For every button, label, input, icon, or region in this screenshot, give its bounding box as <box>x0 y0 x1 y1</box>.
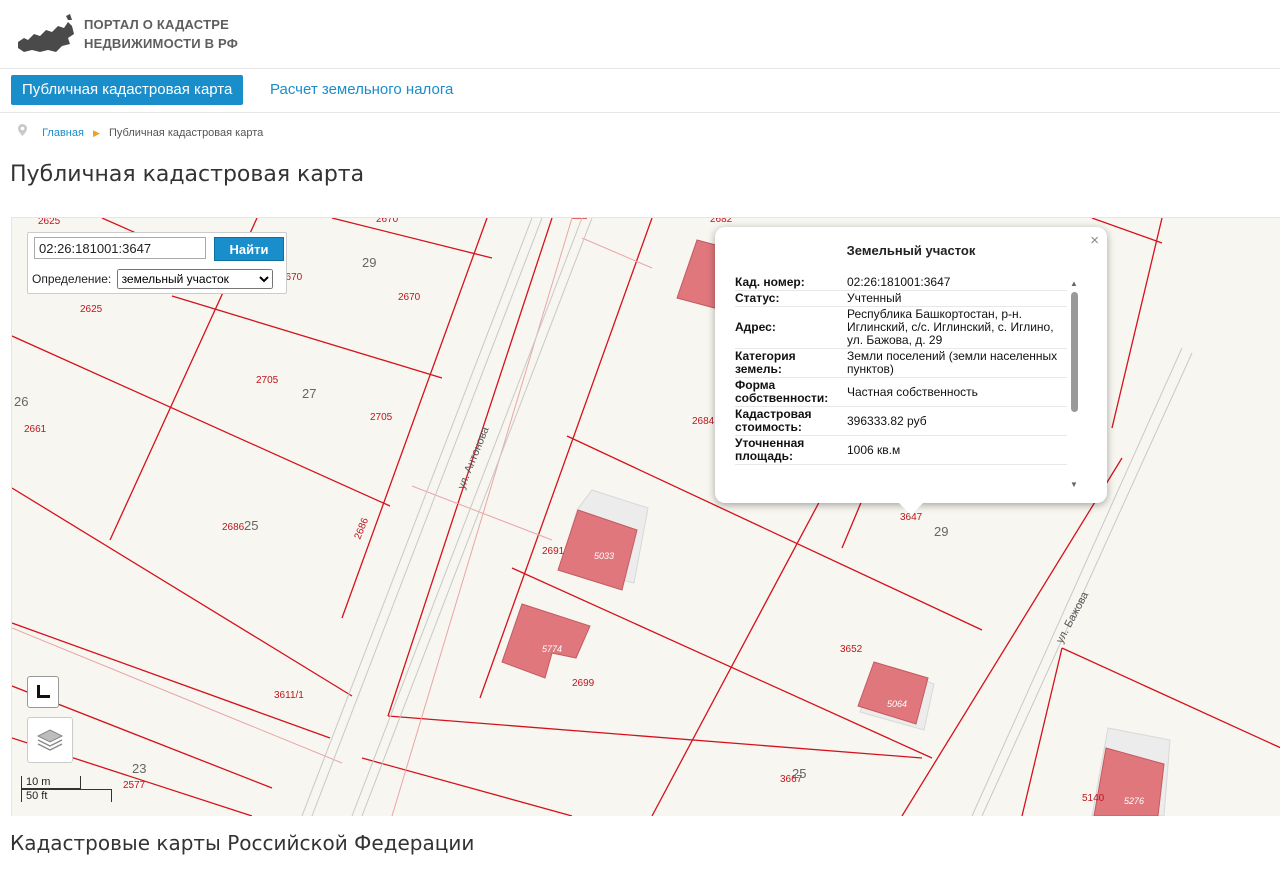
layers-button[interactable] <box>27 717 73 763</box>
cadastral-search-panel: Найти Определение: земельный участок <box>27 232 287 294</box>
parcel-label: 2699 <box>572 678 595 689</box>
main-nav: Публичная кадастровая карта Расчет земел… <box>0 69 1280 113</box>
breadcrumb: Главная ▶ Публичная кадастровая карта <box>18 124 264 140</box>
parcel-label: 5033 <box>594 551 614 561</box>
definition-select[interactable]: земельный участок <box>116 269 273 289</box>
info-row-address: Адрес: Республика Башкортостан, р-н. Игли… <box>735 306 1067 349</box>
parcel-label: 5774 <box>542 644 562 654</box>
parcel-label: 2682 <box>710 218 733 225</box>
parcel-label: 2670 <box>376 218 399 225</box>
parcel-label: 3652 <box>840 644 863 655</box>
info-key: Статус: <box>735 290 843 307</box>
popup-title: Земельный участок <box>846 243 976 258</box>
cadastral-number-input[interactable] <box>34 237 206 259</box>
parcel-label: 5276 <box>1124 796 1144 806</box>
scale-metric: 10 m <box>21 776 81 789</box>
breadcrumb-arrow-icon: ▶ <box>93 128 100 138</box>
parcel-label: 2661 <box>24 424 47 435</box>
parcel-label: 2686 <box>222 522 245 533</box>
popup-scrollbar[interactable]: ▲ ▼ <box>1070 279 1079 489</box>
parcel-label: 2705 <box>256 375 279 386</box>
info-value: Республика Башкортостан, р-н. Иглинский,… <box>843 306 1067 349</box>
parcel-label: 29 <box>362 255 376 270</box>
scroll-up-icon[interactable]: ▲ <box>1070 279 1078 288</box>
parcel-label: 2625 <box>38 218 61 227</box>
parcel-label: 2691 <box>542 546 565 557</box>
info-value: Учтенный <box>843 290 1067 307</box>
parcel-label: 2684 <box>692 416 715 427</box>
parcel-label: 5064 <box>887 699 907 709</box>
parcel-label: 25 <box>244 518 258 533</box>
cadastral-map[interactable]: 2625 2670 2670 2625 29 2705 27 2705 2661… <box>11 217 1280 816</box>
parcel-label: 3611/1 <box>274 690 304 701</box>
ruler-icon <box>37 685 50 698</box>
info-row-land-category: Категория земель: Земли поселений (земли … <box>735 348 1067 378</box>
layers-icon <box>36 729 64 751</box>
definition-row: Определение: земельный участок <box>32 269 273 289</box>
info-value: Земли поселений (земли населенных пункто… <box>843 348 1067 378</box>
parcel-label: 26 <box>14 394 28 409</box>
nav-land-tax[interactable]: Расчет земельного налога <box>270 75 453 105</box>
site-header: ПОРТАЛ О КАДАСТРЕ НЕДВИЖИМОСТИ В РФ <box>0 0 1280 69</box>
breadcrumb-home[interactable]: Главная <box>42 127 84 139</box>
page-title: Публичная кадастровая карта <box>10 162 365 187</box>
parcel-label: 2670 <box>398 292 421 303</box>
parcel-label: 2625 <box>80 304 103 315</box>
info-key: Форма собственности: <box>735 377 843 407</box>
info-value: Частная собственность <box>843 377 1067 407</box>
parcel-label: 2577 <box>123 780 146 791</box>
parcel-label: 25 <box>792 766 806 781</box>
info-value: 396333.82 руб <box>843 406 1067 436</box>
info-key: Уточненная площадь: <box>735 435 843 465</box>
parcel-label: 29 <box>934 524 948 539</box>
info-row-cadastral-number: Кад. номер: 02:26:181001:3647 <box>735 275 1067 291</box>
location-pin-icon <box>18 124 30 140</box>
logo-line-1: ПОРТАЛ О КАДАСТРЕ <box>84 17 229 32</box>
info-row-ownership: Форма собственности: Частная собственност… <box>735 377 1067 407</box>
info-value: 1006 кв.м <box>843 435 1067 465</box>
parcel-label: 27 <box>302 386 316 401</box>
logo-line-2: НЕДВИЖИМОСТИ В РФ <box>84 36 239 51</box>
parcel-label: 5140 <box>1082 793 1105 804</box>
parcel-info-popup: × Земельный участок Кад. номер: 02:26:181… <box>715 227 1107 515</box>
info-row-status: Статус: Учтенный <box>735 290 1067 307</box>
scale-imperial: 50 ft <box>21 789 112 802</box>
info-row-area: Уточненная площадь: 1006 кв.м <box>735 435 1067 465</box>
logo-text[interactable]: ПОРТАЛ О КАДАСТРЕ НЕДВИЖИМОСТИ В РФ <box>84 15 238 53</box>
nav-cadastral-map[interactable]: Публичная кадастровая карта <box>11 75 244 105</box>
info-value: 02:26:181001:3647 <box>843 275 1067 291</box>
find-button[interactable]: Найти <box>214 237 284 261</box>
info-key: Кад. номер: <box>735 275 843 291</box>
measure-tool-button[interactable] <box>27 676 59 708</box>
scroll-down-icon[interactable]: ▼ <box>1070 480 1078 489</box>
section-title: Кадастровые карты Российской Федерации <box>10 831 475 855</box>
info-row-cadastral-value: Кадастровая стоимость: 396333.82 руб <box>735 406 1067 436</box>
russia-map-icon[interactable] <box>14 12 76 56</box>
definition-label: Определение: <box>32 272 112 286</box>
breadcrumb-current: Публичная кадастровая карта <box>108 127 264 139</box>
map-scale: 10 m 50 ft <box>21 774 112 814</box>
scroll-thumb[interactable] <box>1071 292 1078 412</box>
parcel-info-table: Кад. номер: 02:26:181001:3647 Статус: Учте… <box>735 275 1067 465</box>
info-key: Кадастровая стоимость: <box>735 406 843 436</box>
info-key: Категория земель: <box>735 348 843 378</box>
parcel-label: 23 <box>132 761 146 776</box>
parcel-label: 2705 <box>370 412 393 423</box>
info-key: Адрес: <box>735 306 843 349</box>
